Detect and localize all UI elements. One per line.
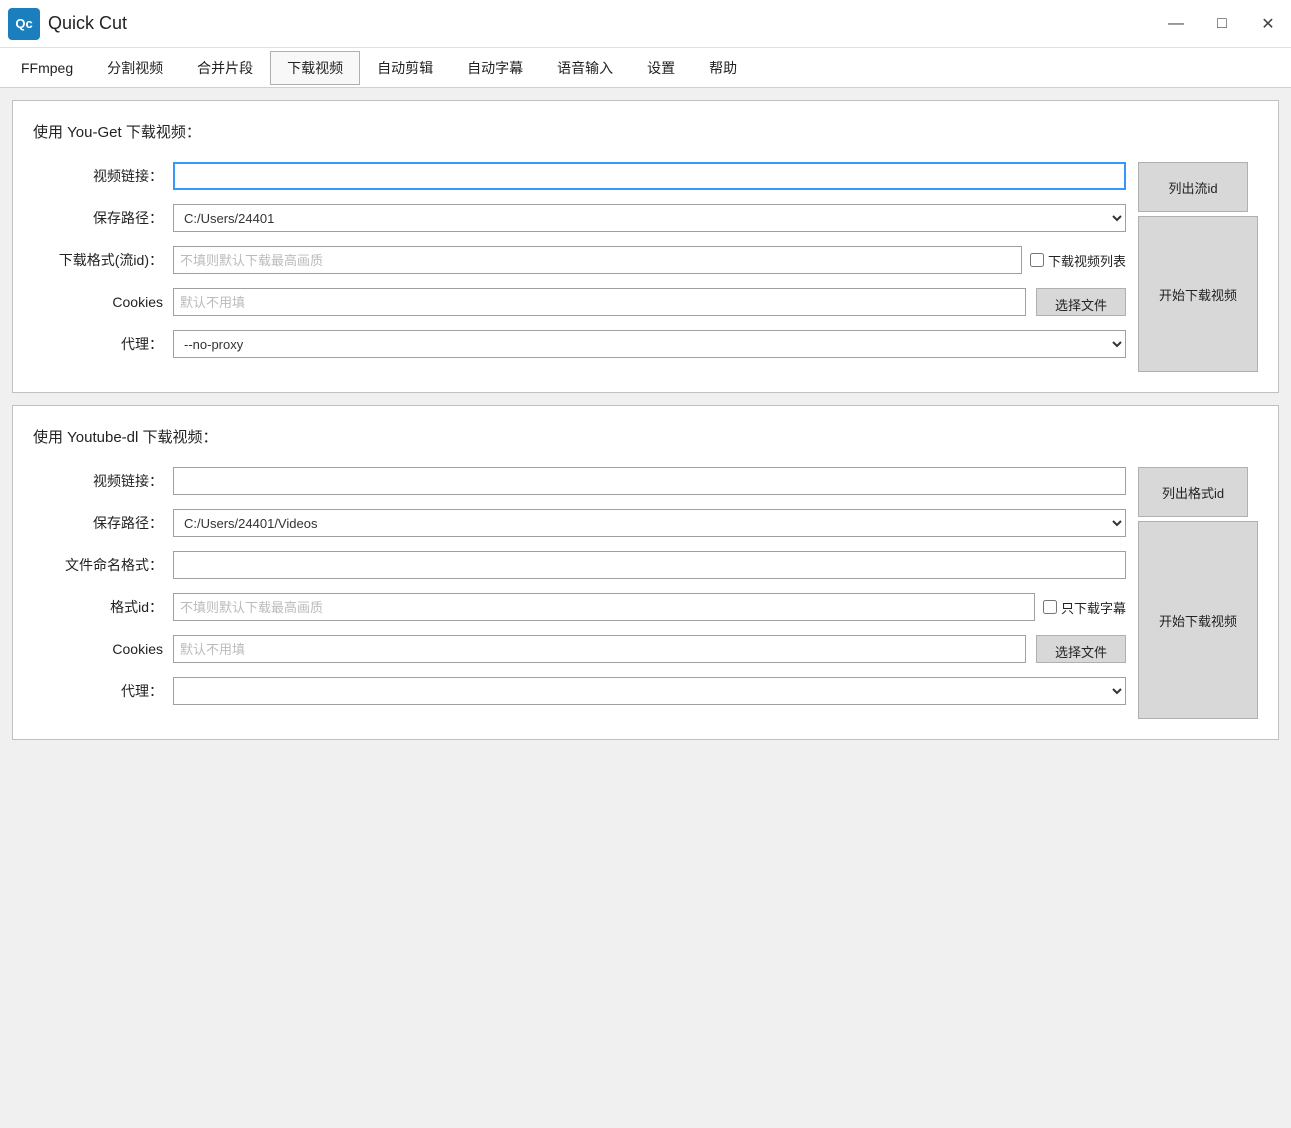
title-controls: — □ ✕ [1153,0,1291,48]
youtubedl-proxy-row: 代理： [33,677,1126,705]
youtubedl-format-label: 格式id： [33,597,163,617]
app-logo: Qc [8,8,40,40]
youget-savepath-row: 保存路径： C:/Users/24401 [33,204,1126,232]
youget-proxy-row: 代理： --no-proxy [33,330,1126,358]
youtubedl-list-format-button[interactable]: 列出格式id [1138,467,1248,517]
youget-panel-body: 视频链接： 保存路径： C:/Users/24401 下载格式(流id)： [33,162,1258,372]
youtubedl-actions: 列出格式id 开始下载视频 [1138,467,1258,719]
youtubedl-format-area: 只下载字幕 [173,593,1126,621]
youtubedl-form: 视频链接： 保存路径： C:/Users/24401/Videos 文件命名格式… [33,467,1126,719]
youtubedl-cookies-input[interactable] [173,635,1026,663]
youget-format-input[interactable] [173,246,1022,274]
main-content: 使用 You-Get 下载视频： 视频链接： 保存路径： C:/Users/24… [0,88,1291,1128]
menu-item-ffmpeg[interactable]: FFmpeg [4,53,90,83]
youget-format-row: 下载格式(流id)： 下载视频列表 [33,246,1126,274]
menu-item-settings[interactable]: 设置 [630,51,692,85]
youget-download-list-checkbox[interactable] [1030,253,1044,267]
youget-savepath-select[interactable]: C:/Users/24401 [173,204,1126,232]
youget-url-row: 视频链接： [33,162,1126,190]
youtubedl-select-file-button[interactable]: 选择文件 [1036,635,1126,663]
youget-cookies-label: Cookies [33,294,163,310]
youtubedl-url-label: 视频链接： [33,471,163,491]
menu-bar: FFmpeg 分割视频 合并片段 下载视频 自动剪辑 自动字幕 语音输入 设置 … [0,48,1291,88]
youtubedl-filename-row: 文件命名格式： rom: %(uploader)s %(resolution)s… [33,551,1126,579]
youtubedl-subtitle-only-checkbox[interactable] [1043,600,1057,614]
menu-item-split[interactable]: 分割视频 [90,51,180,85]
youtubedl-filename-input[interactable]: rom: %(uploader)s %(resolution)s %(fps)s… [173,551,1126,579]
youget-panel: 使用 You-Get 下载视频： 视频链接： 保存路径： C:/Users/24… [12,100,1279,393]
youget-download-list-label[interactable]: 下载视频列表 [1030,251,1126,270]
menu-item-merge[interactable]: 合并片段 [180,51,270,85]
youget-panel-title: 使用 You-Get 下载视频： [33,121,1258,142]
youtubedl-format-input[interactable] [173,593,1035,621]
title-bar: Qc Quick Cut — □ ✕ [0,0,1291,48]
youtubedl-url-input[interactable] [173,467,1126,495]
youtubedl-cookies-label: Cookies [33,641,163,657]
youget-format-area: 下载视频列表 [173,246,1126,274]
youget-proxy-label: 代理： [33,334,163,354]
youget-cookies-row: Cookies 选择文件 [33,288,1126,316]
youtubedl-proxy-select[interactable] [173,677,1126,705]
title-left: Qc Quick Cut [8,8,127,40]
menu-item-voice[interactable]: 语音输入 [540,51,630,85]
minimize-button[interactable]: — [1153,0,1199,48]
maximize-button[interactable]: □ [1199,0,1245,48]
close-button[interactable]: ✕ [1245,0,1291,48]
youget-proxy-select[interactable]: --no-proxy [173,330,1126,358]
youtubedl-filename-label: 文件命名格式： [33,555,163,575]
menu-item-help[interactable]: 帮助 [692,51,754,85]
youtubedl-savepath-row: 保存路径： C:/Users/24401/Videos [33,509,1126,537]
youtubedl-savepath-label: 保存路径： [33,513,163,533]
youget-savepath-label: 保存路径： [33,208,163,228]
youget-select-file-button[interactable]: 选择文件 [1036,288,1126,316]
youtubedl-cookies-row: Cookies 选择文件 [33,635,1126,663]
youtubedl-url-row: 视频链接： [33,467,1126,495]
youget-cookies-input[interactable] [173,288,1026,316]
youget-list-id-button[interactable]: 列出流id [1138,162,1248,212]
youtubedl-panel-body: 视频链接： 保存路径： C:/Users/24401/Videos 文件命名格式… [33,467,1258,719]
youtubedl-panel: 使用 Youtube-dl 下载视频： 视频链接： 保存路径： C:/Users… [12,405,1279,740]
youget-form: 视频链接： 保存路径： C:/Users/24401 下载格式(流id)： [33,162,1126,372]
youtubedl-format-row: 格式id： 只下载字幕 [33,593,1126,621]
menu-item-subtitle[interactable]: 自动字幕 [450,51,540,85]
menu-item-download[interactable]: 下载视频 [270,51,360,85]
youget-start-download-button[interactable]: 开始下载视频 [1138,216,1258,372]
app-title: Quick Cut [48,13,127,34]
menu-item-autoedit[interactable]: 自动剪辑 [360,51,450,85]
youtubedl-proxy-label: 代理： [33,681,163,701]
youget-url-input[interactable] [173,162,1126,190]
youget-url-label: 视频链接： [33,166,163,186]
youtubedl-panel-title: 使用 Youtube-dl 下载视频： [33,426,1258,447]
youtubedl-savepath-select[interactable]: C:/Users/24401/Videos [173,509,1126,537]
youtubedl-start-download-button[interactable]: 开始下载视频 [1138,521,1258,719]
youtubedl-subtitle-only-label[interactable]: 只下载字幕 [1043,598,1126,617]
youget-format-label: 下载格式(流id)： [33,250,163,270]
youget-actions: 列出流id 开始下载视频 [1138,162,1258,372]
